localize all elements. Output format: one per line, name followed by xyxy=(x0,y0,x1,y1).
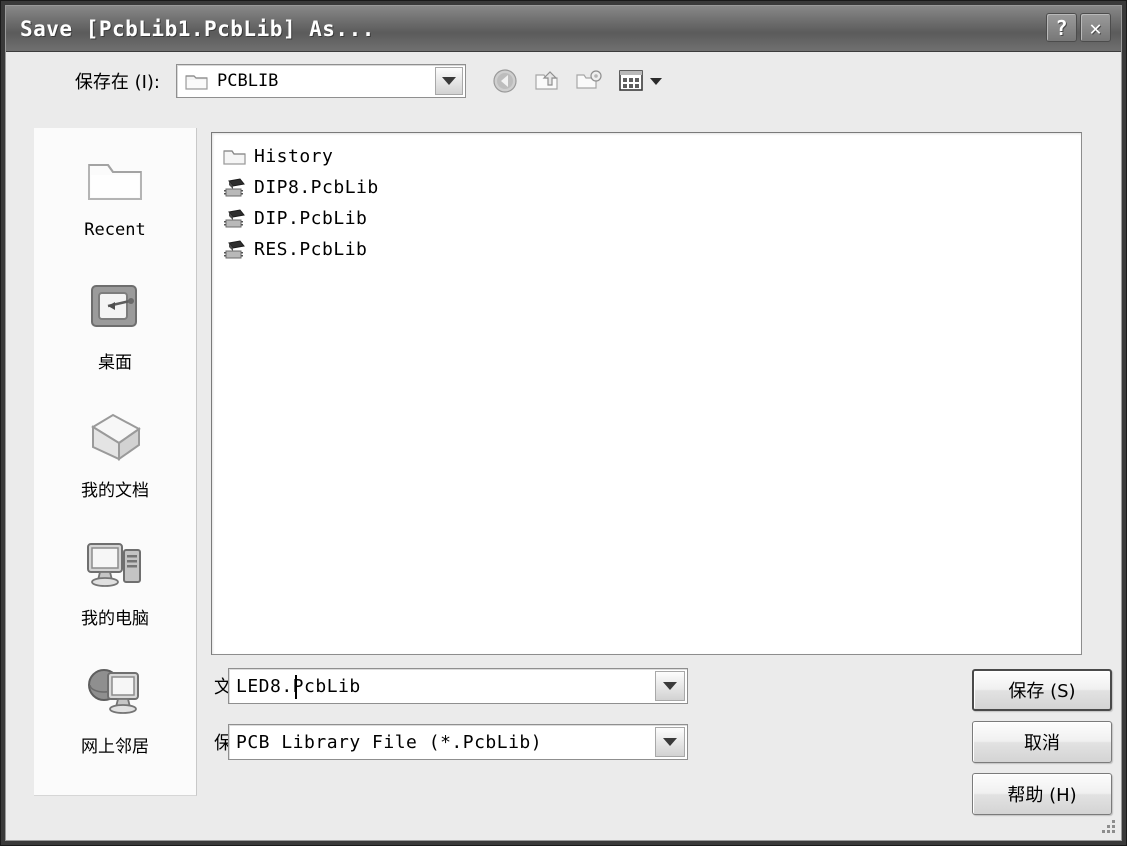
resize-grip[interactable] xyxy=(1099,819,1117,837)
folder-icon xyxy=(222,145,248,169)
pcblib-file-icon xyxy=(222,176,248,200)
chevron-down-icon xyxy=(663,738,677,746)
file-name-input[interactable]: LED8.PcbLib xyxy=(228,668,688,704)
list-item[interactable]: RES.PcbLib xyxy=(218,234,1081,265)
views-icon[interactable] xyxy=(614,65,648,97)
list-item-label: History xyxy=(254,146,334,167)
look-in-row: 保存在 (I): PCBLIB xyxy=(6,52,1121,110)
pcblib-file-icon xyxy=(222,207,248,231)
title-bar[interactable]: Save [PcbLib1.PcbLib] As... ? ✕ xyxy=(6,6,1121,52)
folder-icon xyxy=(185,72,209,91)
recent-folder-icon xyxy=(83,142,147,218)
list-item[interactable]: History xyxy=(218,141,1081,172)
look-in-combobox[interactable]: PCBLIB xyxy=(176,64,466,98)
my-computer-icon xyxy=(82,526,148,602)
my-documents-icon xyxy=(83,398,147,474)
file-type-select[interactable]: PCB Library File (*.PcbLib) xyxy=(228,724,688,760)
file-type-value: PCB Library File (*.PcbLib) xyxy=(236,731,543,753)
save-button[interactable]: 保存 (S) xyxy=(972,669,1112,711)
up-folder-icon[interactable] xyxy=(530,65,564,97)
desktop-icon xyxy=(84,270,146,346)
help-action-button[interactable]: 帮助 (H) xyxy=(972,773,1112,815)
file-name-label: 文件名 (N): xyxy=(6,673,307,699)
file-name-dropdown-button[interactable] xyxy=(655,671,685,701)
close-button[interactable]: ✕ xyxy=(1080,13,1111,42)
chevron-down-icon xyxy=(650,77,662,85)
file-list[interactable]: History DIP8.PcbLib DIP.PcbLib RES.PcbLi… xyxy=(211,132,1082,655)
place-label: 我的电脑 xyxy=(81,609,149,629)
look-in-dropdown-button[interactable] xyxy=(435,67,463,95)
text-cursor xyxy=(295,675,297,699)
file-type-label: 保存类型 (T): xyxy=(6,729,323,755)
list-item[interactable]: DIP8.PcbLib xyxy=(218,172,1081,203)
look-in-value: PCBLIB xyxy=(217,71,279,91)
list-item[interactable]: DIP.PcbLib xyxy=(218,203,1081,234)
chevron-down-icon xyxy=(663,682,677,690)
new-folder-icon[interactable] xyxy=(572,65,606,97)
place-label: 桌面 xyxy=(98,353,132,373)
place-label: Recent xyxy=(84,220,146,240)
place-item-recent[interactable]: Recent xyxy=(45,142,185,270)
file-name-row: 文件名 (N): LED8.PcbLib xyxy=(6,668,906,704)
pcblib-file-icon xyxy=(222,238,248,262)
navigation-toolbar xyxy=(488,65,662,97)
place-item-desktop[interactable]: 桌面 xyxy=(45,270,185,398)
place-label: 我的文档 xyxy=(81,481,149,501)
views-button[interactable] xyxy=(614,65,662,97)
help-button[interactable]: ? xyxy=(1046,13,1077,42)
back-icon[interactable] xyxy=(488,65,522,97)
chevron-down-icon xyxy=(442,77,456,85)
cancel-button[interactable]: 取消 xyxy=(972,721,1112,763)
place-item-my-documents[interactable]: 我的文档 xyxy=(45,398,185,526)
window-title: Save [PcbLib1.PcbLib] As... xyxy=(20,16,375,41)
title-bar-buttons: ? ✕ xyxy=(1046,13,1111,42)
file-type-row: 保存类型 (T): PCB Library File (*.PcbLib) xyxy=(6,724,906,760)
dialog-body: Save [PcbLib1.PcbLib] As... ? ✕ 保存在 (I):… xyxy=(5,5,1122,841)
save-as-dialog: Save [PcbLib1.PcbLib] As... ? ✕ 保存在 (I):… xyxy=(0,0,1127,846)
place-item-my-computer[interactable]: 我的电脑 xyxy=(45,526,185,654)
list-item-label: DIP.PcbLib xyxy=(254,208,368,229)
list-item-label: DIP8.PcbLib xyxy=(254,177,379,198)
list-item-label: RES.PcbLib xyxy=(254,239,368,260)
look-in-label: 保存在 (I): xyxy=(74,72,160,93)
file-type-dropdown-button[interactable] xyxy=(655,727,685,757)
